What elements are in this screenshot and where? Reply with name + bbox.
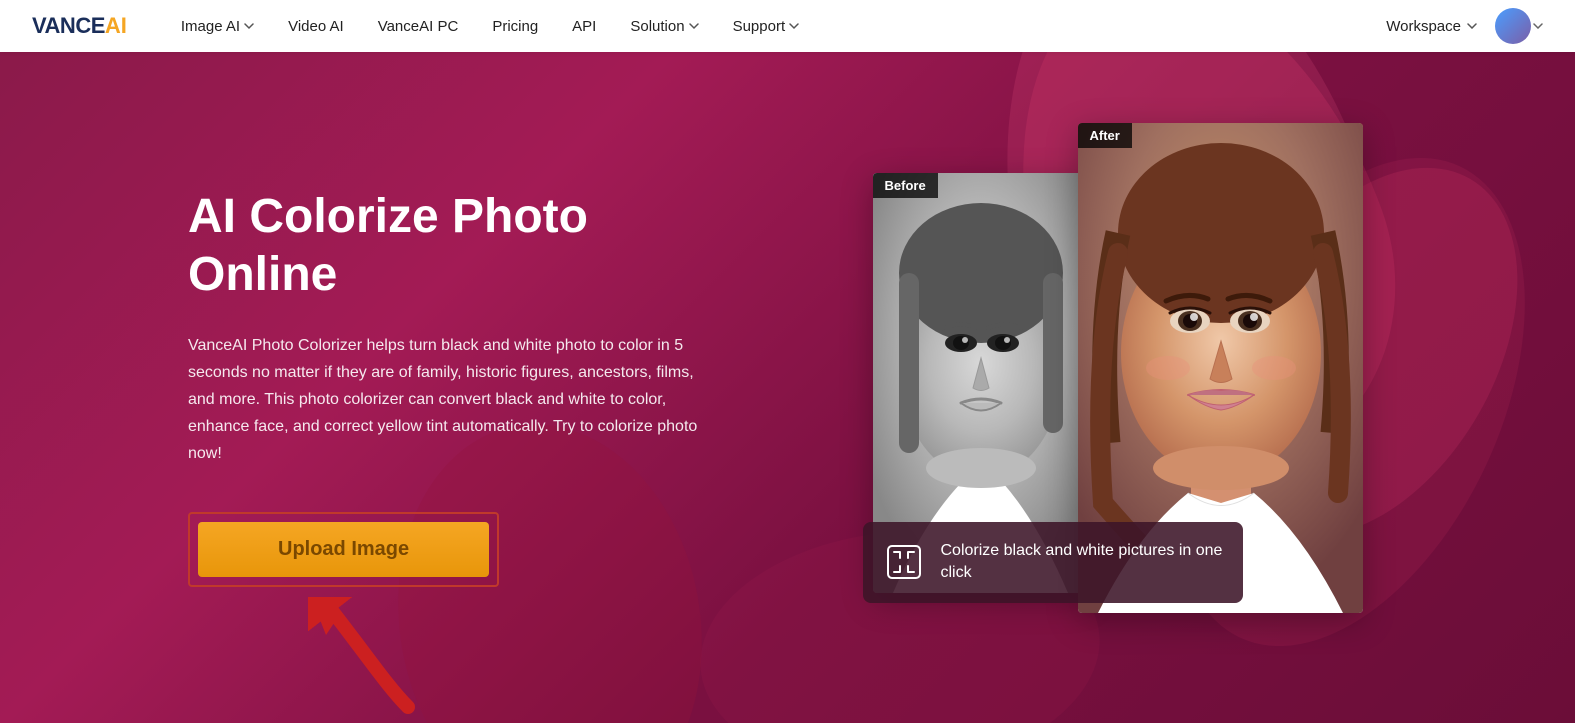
nav-item-solution[interactable]: Solution (616, 12, 712, 41)
user-avatar-dropdown[interactable] (1495, 8, 1543, 44)
upload-button-border: Upload Image (188, 512, 499, 587)
upload-area: Upload Image (188, 512, 499, 587)
arrow-icon (308, 597, 438, 717)
nav-item-vanceai-pc[interactable]: VanceAI PC (364, 12, 473, 41)
avatar[interactable] (1495, 8, 1531, 44)
nav-item-pricing[interactable]: Pricing (478, 12, 552, 41)
chevron-down-icon (244, 21, 254, 31)
hero-description: VanceAI Photo Colorizer helps turn black… (188, 332, 720, 468)
nav-item-support[interactable]: Support (719, 12, 814, 41)
navbar: VANCE AI Image AI Video AI VanceAI PC Pr… (0, 0, 1575, 52)
hero-section: AI Colorize Photo Online VanceAI Photo C… (0, 52, 1575, 723)
hero-right-content: Before (720, 143, 1575, 633)
feature-badge: Colorize black and white pictures in one… (863, 522, 1243, 603)
feature-icon-box (883, 541, 925, 583)
chevron-down-icon (789, 21, 799, 31)
logo-ai-text: AI (105, 13, 127, 39)
before-after-container: Before (873, 123, 1363, 633)
navbar-right: Workspace (1376, 8, 1543, 44)
upload-image-button[interactable]: Upload Image (198, 522, 489, 577)
nav-item-api[interactable]: API (558, 12, 610, 41)
hero-title: AI Colorize Photo Online (188, 188, 720, 303)
workspace-button[interactable]: Workspace (1376, 12, 1487, 41)
arrow-decoration (308, 597, 428, 707)
nav-item-image-ai[interactable]: Image AI (167, 12, 268, 41)
chevron-down-icon (689, 21, 699, 31)
colorize-icon (886, 544, 922, 580)
logo-vance-text: VANCE (32, 13, 105, 39)
chevron-down-icon (1467, 23, 1477, 29)
nav-links: Image AI Video AI VanceAI PC Pricing API… (167, 12, 1376, 41)
chevron-down-icon (1533, 23, 1543, 29)
hero-left-content: AI Colorize Photo Online VanceAI Photo C… (0, 188, 720, 586)
nav-item-video-ai[interactable]: Video AI (274, 12, 358, 41)
before-label: Before (873, 173, 938, 198)
logo[interactable]: VANCE AI (32, 13, 127, 39)
after-label: After (1078, 123, 1132, 148)
feature-badge-text: Colorize black and white pictures in one… (941, 540, 1223, 585)
